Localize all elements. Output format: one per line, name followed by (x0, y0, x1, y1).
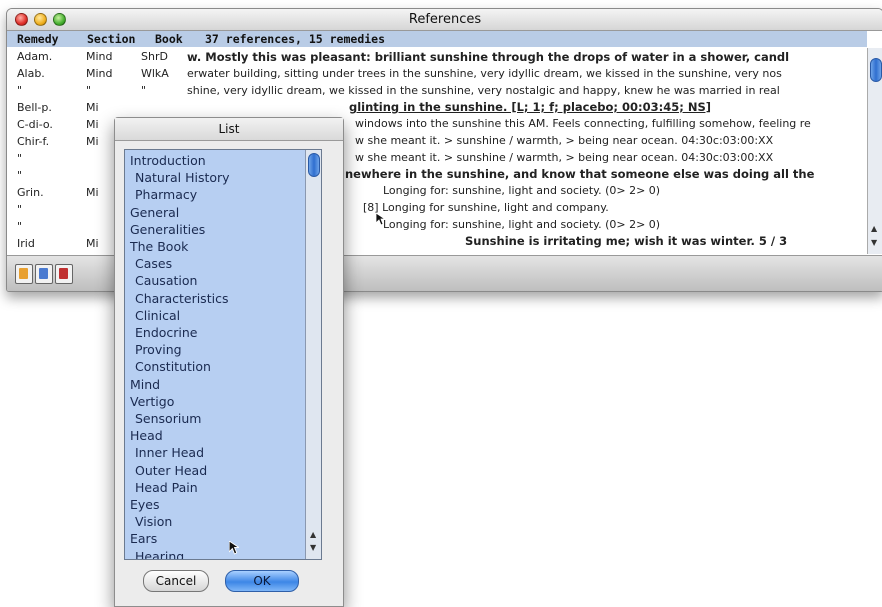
table-row[interactable]: Alab. Mind WlkA (7, 67, 187, 82)
remedy-button[interactable] (55, 264, 73, 284)
column-header: Remedy Section Book 37 references, 15 re… (7, 31, 867, 47)
list-item[interactable]: Causation (135, 272, 197, 289)
reference-text-line: glinting in the sunshine. [L; 1; f; plac… (349, 100, 711, 114)
list-item[interactable]: Clinical (135, 307, 180, 324)
book-cell: ShrD (141, 50, 168, 63)
list-item[interactable]: Head (130, 427, 163, 444)
list-item[interactable]: Eyes (130, 496, 160, 513)
list-item[interactable]: Cases (135, 255, 172, 272)
remedy-cell: Bell-p. (17, 101, 52, 114)
remedy-cell: C-di-o. (17, 118, 53, 131)
list-item[interactable]: Inner Head (135, 444, 204, 461)
reference-text-line: w. Mostly this was pleasant: brilliant s… (187, 50, 790, 64)
book-button[interactable] (15, 264, 33, 284)
list-item[interactable]: Vision (135, 513, 172, 530)
list-scroll-thumb[interactable] (308, 153, 320, 177)
list-scroll-up-arrow[interactable]: ▲ (310, 530, 316, 539)
list-item[interactable]: Introduction (130, 152, 206, 169)
list-item[interactable]: Constitution (135, 358, 211, 375)
remedy-cell: Alab. (17, 67, 45, 80)
reference-text-line: shine, very idyllic dream, we kissed in … (187, 84, 780, 97)
remedy-cell: Adam. (17, 50, 53, 63)
list-item[interactable]: The Book (130, 238, 188, 255)
list-dialog: List Hearing Ears Vision Eyes Head Pain Outer… (114, 117, 344, 607)
scroll-down-arrow[interactable]: ▼ (871, 238, 877, 247)
list-item[interactable]: Generalities (130, 221, 205, 238)
section-cell: Mi (86, 118, 99, 131)
section-cell: Mi (86, 101, 99, 114)
mouse-pointer-icon (229, 541, 239, 555)
section-cell: Mind (86, 50, 113, 63)
ok-button[interactable]: OK (225, 570, 299, 592)
reference-text-line: w she meant it. > sunshine / warmth, > b… (355, 134, 774, 147)
section-cell: Mind (86, 67, 113, 80)
remedy-cell: " (17, 169, 23, 182)
remedy-cell: Grin. (17, 186, 44, 199)
window-title: References (408, 12, 482, 27)
book-icon (19, 268, 28, 279)
list-item[interactable]: Ears (130, 530, 157, 547)
reference-text-line: [8] Longing for sunshine, light and comp… (363, 201, 609, 214)
list-item[interactable]: Pharmacy (135, 186, 197, 203)
cancel-button[interactable]: Cancel (143, 570, 209, 592)
bottle-icon (39, 268, 48, 279)
section-cell: " (86, 84, 92, 97)
remedy-cell: Chir-f. (17, 135, 50, 148)
section-listbox[interactable]: Hearing Ears Vision Eyes Head Pain Outer Head… (124, 149, 322, 560)
list-item[interactable]: Sensorium (135, 410, 201, 427)
reference-text-line: Longing for: sunshine, light and society… (383, 218, 661, 231)
remedy-cell: " (17, 220, 23, 233)
list-dialog-title: List (115, 118, 343, 141)
remedy-icon (59, 268, 68, 279)
book-cell: WlkA (141, 67, 169, 80)
list-item[interactable]: Characteristics (135, 290, 228, 307)
list-item[interactable]: Hearing (135, 548, 184, 559)
list-item[interactable]: Vertigo (130, 393, 174, 410)
references-summary: 37 references, 15 remedies (205, 32, 386, 46)
list-item[interactable]: Head Pain (135, 479, 198, 496)
table-row[interactable]: " " " (7, 84, 187, 99)
remedy-cell: " (17, 152, 23, 165)
section-cell: Mi (86, 135, 99, 148)
section-cell: Mi (86, 186, 99, 199)
bottle-button[interactable] (35, 264, 53, 284)
list-scroll-down-arrow[interactable]: ▼ (310, 543, 316, 552)
section-cell: Mi (86, 237, 99, 250)
list-item[interactable]: Natural History (135, 169, 230, 186)
list-item[interactable]: Outer Head (135, 462, 207, 479)
references-scrollbar[interactable]: ▲ ▼ (867, 48, 882, 254)
reference-text-line: Longing for: sunshine, light and society… (383, 184, 661, 197)
remedy-cell: " (17, 84, 23, 97)
column-header-section[interactable]: Section (87, 31, 135, 47)
list-item[interactable]: Mind (130, 376, 160, 393)
reference-text-line: Sunshine is irritating me; wish it was w… (465, 234, 788, 248)
remedy-cell: " (17, 203, 23, 216)
scroll-up-arrow[interactable]: ▲ (871, 224, 877, 233)
list-item[interactable]: Endocrine (135, 324, 198, 341)
list-item[interactable]: General (130, 204, 179, 221)
table-row[interactable]: Bell-p. Mi (7, 101, 187, 116)
book-cell: " (141, 84, 147, 97)
window-titlebar[interactable]: References (7, 9, 882, 31)
reference-text-line: newhere in the sunshine, and know that s… (345, 167, 815, 181)
column-header-remedy[interactable]: Remedy (17, 31, 59, 47)
reference-text-line: w she meant it. > sunshine / warmth, > b… (355, 151, 774, 164)
references-scroll-thumb[interactable] (870, 58, 882, 82)
reference-text-line: erwater building, sitting under trees in… (187, 67, 782, 80)
reference-text-line: windows into the sunshine this AM. Feels… (355, 117, 811, 130)
table-row[interactable]: Adam. Mind ShrD (7, 50, 187, 65)
remedy-cell: Irid (17, 237, 35, 250)
column-header-book[interactable]: Book (155, 31, 183, 47)
mouse-pointer-icon (376, 213, 385, 226)
list-scrollbar[interactable]: ▲ ▼ (305, 150, 321, 559)
list-item[interactable]: Proving (135, 341, 182, 358)
